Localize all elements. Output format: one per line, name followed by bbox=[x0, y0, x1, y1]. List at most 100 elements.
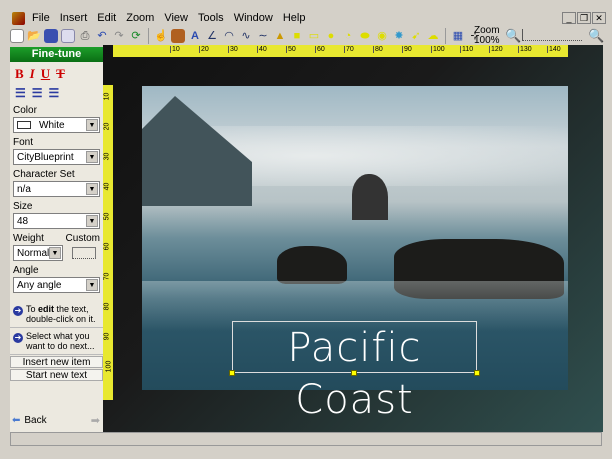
ruler-tick-label: 70 bbox=[103, 272, 111, 281]
fine-tune-panel: Fine-tune B I U T ☰ ☰ ☰ Color White ▼ Fon… bbox=[10, 47, 103, 432]
forward-arrow-icon[interactable]: ➡ bbox=[91, 414, 100, 427]
ruler-tick-label: 10 bbox=[103, 92, 111, 101]
color-label: Color bbox=[13, 105, 37, 116]
zoom-slider[interactable] bbox=[522, 29, 582, 41]
charset-label: Character Set bbox=[13, 169, 75, 180]
curve-tool-icon[interactable]: ∼ bbox=[256, 29, 270, 43]
color-select[interactable]: White ▼ bbox=[13, 117, 100, 133]
print-icon[interactable]: ⎙ bbox=[78, 29, 92, 43]
ruler-tick-label: 10 bbox=[170, 46, 180, 53]
email-icon[interactable] bbox=[61, 29, 75, 43]
menu-file[interactable]: File bbox=[32, 12, 50, 24]
ruler-tick-label: 80 bbox=[373, 46, 383, 53]
callout-tool-icon[interactable]: ▭ bbox=[307, 29, 321, 43]
line-tool-icon[interactable]: ∠ bbox=[205, 29, 219, 43]
chevron-down-icon: ▼ bbox=[86, 183, 98, 195]
pointer-icon[interactable]: ☝ bbox=[154, 29, 168, 43]
open-icon[interactable]: 📂 bbox=[27, 29, 41, 43]
menu-window[interactable]: Window bbox=[234, 12, 273, 24]
rectangle-tool-icon[interactable]: ■ bbox=[290, 29, 304, 43]
redo-icon[interactable]: ↷ bbox=[112, 29, 126, 43]
chevron-down-icon: ▼ bbox=[86, 279, 98, 291]
ruler-tick-label: 50 bbox=[103, 212, 111, 221]
ruler-tick-label: 60 bbox=[103, 242, 111, 251]
weight-select[interactable]: Normal ▼ bbox=[13, 245, 63, 261]
menu-help[interactable]: Help bbox=[283, 12, 306, 24]
arrow-right-icon: ➔ bbox=[13, 306, 23, 316]
ruler-tick-label: 20 bbox=[199, 46, 209, 53]
resize-handle[interactable] bbox=[351, 370, 357, 376]
custom-label: Custom bbox=[65, 233, 100, 244]
back-button[interactable]: ⬅ Back bbox=[12, 415, 47, 426]
resize-handle[interactable] bbox=[229, 370, 235, 376]
text-tool-icon[interactable]: A bbox=[188, 29, 202, 43]
frame-icon[interactable] bbox=[171, 29, 185, 43]
back-arrow-icon: ⬅ bbox=[12, 415, 21, 426]
close-button[interactable]: ✕ bbox=[592, 12, 606, 24]
ruler-tick-label: 80 bbox=[103, 302, 111, 311]
ellipse-tool-icon[interactable]: ⬬ bbox=[358, 29, 372, 43]
strikethrough-button[interactable]: T bbox=[56, 66, 65, 82]
zoom-readout: Zoom 100% bbox=[474, 25, 500, 46]
angle-label: Angle bbox=[13, 265, 39, 276]
custom-weight-slider[interactable] bbox=[72, 246, 96, 259]
font-label: Font bbox=[13, 137, 34, 148]
ruler-tick-label: 90 bbox=[103, 332, 111, 341]
ruler-tick-label: 60 bbox=[315, 46, 325, 53]
underline-button[interactable]: U bbox=[41, 66, 50, 82]
menu-bar: File Insert Edit Zoom View Tools Window … bbox=[0, 10, 612, 26]
angle-select[interactable]: Any angle ▼ bbox=[13, 277, 100, 293]
menu-tools[interactable]: Tools bbox=[198, 12, 224, 24]
align-right-icon[interactable]: ☰ bbox=[49, 86, 60, 101]
undo-icon[interactable]: ↶ bbox=[95, 29, 109, 43]
save-icon[interactable] bbox=[44, 29, 58, 43]
ruler-tick-label: 40 bbox=[257, 46, 267, 53]
font-select[interactable]: CityBlueprint ▼ bbox=[13, 149, 100, 165]
menu-edit[interactable]: Edit bbox=[97, 12, 116, 24]
align-center-icon[interactable]: ☰ bbox=[32, 86, 43, 101]
next-hint: ➔ Select what you want to do next... bbox=[10, 328, 103, 355]
menu-view[interactable]: View bbox=[164, 12, 188, 24]
color-swatch bbox=[17, 121, 31, 129]
zoom-out-icon[interactable]: 🔍 bbox=[505, 28, 521, 44]
resize-handle[interactable] bbox=[474, 370, 480, 376]
zoom-in-icon[interactable]: 🔍 bbox=[588, 28, 604, 44]
edit-hint: ➔ To edit the text, double-click on it. bbox=[10, 301, 103, 328]
wave-tool-icon[interactable]: ∿ bbox=[239, 29, 253, 43]
insert-new-item-button[interactable]: Insert new item bbox=[10, 356, 103, 368]
start-new-text-button[interactable]: Start new text bbox=[10, 369, 103, 381]
size-label: Size bbox=[13, 201, 33, 212]
ruler-left: 10 20 30 40 50 60 70 80 90 100 bbox=[103, 85, 113, 400]
ruler-tick-label: 70 bbox=[344, 46, 354, 53]
pie-tool-icon[interactable]: ◔ bbox=[341, 29, 355, 43]
minimize-button[interactable]: _ bbox=[562, 12, 576, 24]
refresh-icon[interactable]: ⟳ bbox=[129, 29, 143, 43]
text-object[interactable]: Pacific Coast bbox=[232, 321, 477, 423]
ruler-tick-label: 100 bbox=[431, 46, 445, 53]
balloon-tool-icon[interactable]: ● bbox=[324, 29, 338, 43]
burst-tool-icon[interactable]: ✸ bbox=[392, 29, 406, 43]
ruler-tick-label: 20 bbox=[103, 122, 111, 131]
charset-select[interactable]: n/a ▼ bbox=[13, 181, 100, 197]
arc-tool-icon[interactable]: ◠ bbox=[222, 29, 236, 43]
grid-icon[interactable]: ▦ bbox=[451, 29, 465, 43]
menu-zoom[interactable]: Zoom bbox=[126, 12, 154, 24]
chevron-down-icon: ▼ bbox=[86, 215, 98, 227]
cloud-tool-icon[interactable]: ☁ bbox=[426, 29, 440, 43]
size-select[interactable]: 48 ▼ bbox=[13, 213, 100, 229]
restore-button[interactable]: ❐ bbox=[577, 12, 591, 24]
triangle-tool-icon[interactable]: ▲ bbox=[273, 29, 287, 43]
ruler-tick-label: 130 bbox=[518, 46, 532, 53]
toolbar: 📂 ⎙ ↶ ↷ ⟳ ☝ A ∠ ◠ ∿ ∼ ▲ ■ ▭ ● ◔ ⬬ ◉ ✸ ➹ … bbox=[10, 27, 482, 45]
arrow-tool-icon[interactable]: ➹ bbox=[409, 29, 423, 43]
ruler-tick-label: 40 bbox=[103, 182, 111, 191]
align-left-icon[interactable]: ☰ bbox=[15, 86, 26, 101]
bold-button[interactable]: B bbox=[15, 66, 24, 82]
menu-insert[interactable]: Insert bbox=[60, 12, 88, 24]
new-icon[interactable] bbox=[10, 29, 24, 43]
chevron-down-icon: ▼ bbox=[49, 247, 61, 259]
italic-button[interactable]: I bbox=[30, 66, 35, 82]
ruler-tick-label: 30 bbox=[103, 152, 111, 161]
bubble-tool-icon[interactable]: ◉ bbox=[375, 29, 389, 43]
panel-title: Fine-tune bbox=[10, 47, 103, 62]
